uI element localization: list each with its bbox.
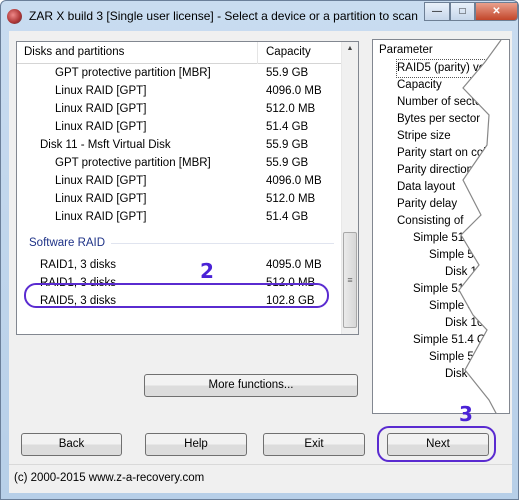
back-button[interactable]: Back xyxy=(21,433,122,456)
row-name: GPT protective partition [MBR] xyxy=(55,157,211,169)
list-row[interactable]: Disk 11 - Msft Virtual Disk 55.9 GB xyxy=(17,137,342,155)
list-header: Disks and partitions Capacity xyxy=(17,42,342,64)
copyright-text: (c) 2000-2015 www.z-a-recovery.com xyxy=(14,472,205,484)
row-name: GPT protective partition [MBR] xyxy=(55,67,211,79)
row-capacity: 51.4 GB xyxy=(266,211,309,223)
more-functions-button[interactable]: More functions... xyxy=(144,374,358,397)
list-row[interactable]: Linux RAID [GPT] 512.0 MB xyxy=(17,191,342,209)
group-label: Software RAID xyxy=(29,237,106,249)
close-button[interactable]: ✕ xyxy=(475,2,518,21)
highlight-next-annotation xyxy=(377,426,496,462)
app-window: ZAR X build 3 [Single user license] - Se… xyxy=(0,0,519,500)
row-name: Linux RAID [GPT] xyxy=(55,85,147,97)
group-software-raid: Software RAID xyxy=(29,237,334,249)
raid-row[interactable]: RAID1, 3 disks 4095.0 MB xyxy=(17,257,342,275)
row-name: Linux RAID [GPT] xyxy=(55,175,147,187)
row-name: Disk 11 - Msft Virtual Disk xyxy=(40,139,171,151)
highlight-raid5-annotation xyxy=(24,283,329,308)
row-name: RAID1, 3 disks xyxy=(40,259,117,271)
row-capacity: 55.9 GB xyxy=(266,157,309,169)
row-capacity: 4096.0 MB xyxy=(266,85,322,97)
title-bar[interactable]: ZAR X build 3 [Single user license] - Se… xyxy=(1,1,518,31)
torn-edge xyxy=(458,40,509,413)
row-capacity: 512.0 MB xyxy=(266,103,316,115)
scroll-up-icon[interactable]: ▲ xyxy=(342,45,358,52)
list-row[interactable]: Linux RAID [GPT] 4096.0 MB xyxy=(17,173,342,191)
row-name: Linux RAID [GPT] xyxy=(55,211,147,223)
row-capacity: 512.0 MB xyxy=(266,193,316,205)
row-capacity: 55.9 GB xyxy=(266,139,309,151)
step-3-label: 3 xyxy=(459,402,473,426)
list-row[interactable]: GPT protective partition [MBR] 55.9 GB xyxy=(17,155,342,173)
app-icon xyxy=(7,9,22,24)
column-disks[interactable]: Disks and partitions xyxy=(24,46,124,58)
maximize-button[interactable]: □ xyxy=(450,2,475,21)
row-capacity: 51.4 GB xyxy=(266,121,309,133)
list-row[interactable]: Linux RAID [GPT] 512.0 MB xyxy=(17,101,342,119)
row-name: Linux RAID [GPT] xyxy=(55,103,147,115)
row-capacity: 4096.0 MB xyxy=(266,175,322,187)
list-row[interactable]: GPT protective partition [MBR] 55.9 GB xyxy=(17,65,342,83)
list-scrollbar[interactable]: ▲ ≡ xyxy=(341,42,358,334)
column-capacity[interactable]: Capacity xyxy=(266,46,311,58)
parameter-panel: Parameter RAID5 (parity) volu Capacity Num… xyxy=(372,39,510,414)
step-2-label: 2 xyxy=(200,259,214,283)
window-title: ZAR X build 3 [Single user license] - Se… xyxy=(29,9,418,23)
list-row[interactable]: Linux RAID [GPT] 51.4 GB xyxy=(17,119,342,137)
minimize-button[interactable]: — xyxy=(424,2,450,21)
row-name: Linux RAID [GPT] xyxy=(55,121,147,133)
row-name: Linux RAID [GPT] xyxy=(55,193,147,205)
status-bar: (c) 2000-2015 www.z-a-recovery.com xyxy=(9,464,512,493)
row-capacity: 55.9 GB xyxy=(266,67,309,79)
list-row[interactable]: Linux RAID [GPT] 51.4 GB xyxy=(17,209,342,227)
help-button[interactable]: Help xyxy=(145,433,247,456)
exit-button[interactable]: Exit xyxy=(263,433,365,456)
list-row[interactable]: Linux RAID [GPT] 4096.0 MB xyxy=(17,83,342,101)
client-area: Disks and partitions Capacity GPT protec… xyxy=(9,31,512,493)
row-capacity: 4095.0 MB xyxy=(266,259,322,271)
scroll-thumb[interactable]: ≡ xyxy=(343,232,357,328)
